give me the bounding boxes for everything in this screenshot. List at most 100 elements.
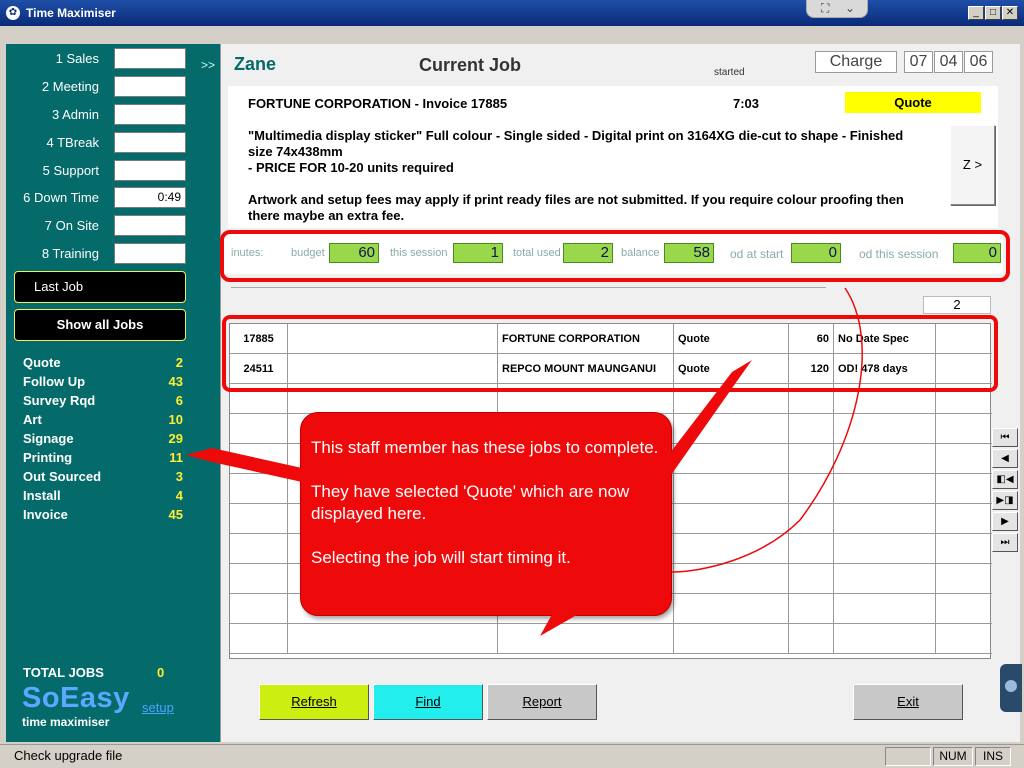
empty-table-cell[interactable] [834, 384, 936, 414]
category-training[interactable]: 8 Training [6, 243, 220, 265]
empty-table-cell[interactable] [936, 534, 992, 564]
empty-table-cell[interactable] [230, 624, 288, 654]
empty-table-cell[interactable] [936, 624, 992, 654]
status-follow-up[interactable]: Follow Up 43 [23, 374, 183, 393]
status-out-sourced[interactable]: Out Sourced 3 [23, 469, 183, 488]
category-time-field[interactable]: 0:49 [114, 187, 186, 208]
find-button[interactable]: Find [373, 684, 483, 720]
empty-table-cell[interactable] [674, 624, 789, 654]
category-down-time[interactable]: 6 Down Time 0:49 [6, 187, 220, 209]
status-signage[interactable]: Signage 29 [23, 431, 183, 450]
empty-table-cell[interactable] [936, 414, 992, 444]
empty-table-cell[interactable] [789, 624, 834, 654]
charge-button[interactable]: Charge [815, 51, 897, 73]
table-row[interactable]: 17885 [230, 324, 288, 354]
empty-table-cell[interactable] [834, 504, 936, 534]
table-cell-status[interactable]: Quote [674, 324, 789, 354]
next-record-button[interactable]: ▶ [992, 512, 1018, 531]
category-time-field[interactable] [114, 48, 186, 69]
new-after-button[interactable]: ▶◨ [992, 491, 1018, 510]
empty-table-cell[interactable] [230, 444, 288, 474]
empty-table-cell[interactable] [834, 564, 936, 594]
category-support[interactable]: 5 Support [6, 160, 220, 182]
table-cell-blank[interactable] [288, 324, 498, 354]
empty-table-cell[interactable] [789, 474, 834, 504]
report-button[interactable]: Report [487, 684, 597, 720]
remote-control-icon[interactable] [1000, 664, 1022, 712]
empty-table-cell[interactable] [936, 504, 992, 534]
empty-table-cell[interactable] [230, 504, 288, 534]
empty-table-cell[interactable] [834, 444, 936, 474]
empty-table-cell[interactable] [230, 564, 288, 594]
category-time-field[interactable] [114, 160, 186, 181]
show-all-jobs-button[interactable]: Show all Jobs [14, 309, 186, 341]
remote-session-tab[interactable]: ⛶ ⌄ [806, 0, 868, 18]
first-record-button[interactable]: ⏮ [992, 428, 1018, 447]
empty-table-cell[interactable] [936, 474, 992, 504]
empty-table-cell[interactable] [288, 384, 498, 414]
empty-table-cell[interactable] [230, 534, 288, 564]
empty-table-cell[interactable] [498, 624, 674, 654]
table-cell-client[interactable]: REPCO MOUNT MAUNGANUI [498, 354, 674, 384]
empty-table-cell[interactable] [674, 414, 789, 444]
empty-table-cell[interactable] [230, 384, 288, 414]
category-time-field[interactable] [114, 243, 186, 264]
empty-table-cell[interactable] [789, 444, 834, 474]
table-cell-due[interactable]: No Date Spec [834, 324, 936, 354]
empty-table-cell[interactable] [230, 414, 288, 444]
empty-table-cell[interactable] [288, 624, 498, 654]
new-before-button[interactable]: ◧◀ [992, 470, 1018, 489]
empty-table-cell[interactable] [834, 534, 936, 564]
category-admin[interactable]: 3 Admin [6, 104, 220, 126]
empty-table-cell[interactable] [936, 384, 992, 414]
empty-table-cell[interactable] [834, 474, 936, 504]
empty-table-cell[interactable] [674, 444, 789, 474]
category-time-field[interactable] [114, 132, 186, 153]
table-cell-minutes[interactable]: 60 [789, 324, 834, 354]
empty-table-cell[interactable] [674, 474, 789, 504]
status-printing[interactable]: Printing 11 [23, 450, 183, 469]
table-cell-status[interactable]: Quote [674, 354, 789, 384]
empty-table-cell[interactable] [674, 384, 789, 414]
empty-table-cell[interactable] [674, 564, 789, 594]
category-tbreak[interactable]: 4 TBreak [6, 132, 220, 154]
empty-table-cell[interactable] [789, 384, 834, 414]
empty-table-cell[interactable] [789, 414, 834, 444]
empty-table-cell[interactable] [936, 444, 992, 474]
last-record-button[interactable]: ⏭ [992, 533, 1018, 552]
category-meeting[interactable]: 2 Meeting [6, 76, 220, 98]
next-z-button[interactable]: Z > [950, 125, 995, 205]
empty-table-cell[interactable] [789, 504, 834, 534]
empty-table-cell[interactable] [674, 594, 789, 624]
table-cell-extra[interactable] [936, 324, 992, 354]
table-row[interactable]: 24511 [230, 354, 288, 384]
table-cell-client[interactable]: FORTUNE CORPORATION [498, 324, 674, 354]
close-button[interactable]: ✕ [1002, 6, 1018, 20]
category-sales[interactable]: 1 Sales [6, 48, 220, 70]
table-cell-extra[interactable] [936, 354, 992, 384]
empty-table-cell[interactable] [789, 594, 834, 624]
empty-table-cell[interactable] [936, 564, 992, 594]
table-cell-blank[interactable] [288, 354, 498, 384]
empty-table-cell[interactable] [834, 624, 936, 654]
last-job-button[interactable]: Last Job [14, 271, 186, 303]
status-quote[interactable]: Quote 2 [23, 355, 183, 374]
empty-table-cell[interactable] [936, 594, 992, 624]
empty-table-cell[interactable] [674, 534, 789, 564]
status-survey-rqd[interactable]: Survey Rqd 6 [23, 393, 183, 412]
minimize-button[interactable]: _ [968, 6, 984, 20]
empty-table-cell[interactable] [498, 384, 674, 414]
setup-link[interactable]: setup [142, 700, 174, 715]
empty-table-cell[interactable] [789, 564, 834, 594]
status-invoice[interactable]: Invoice 45 [23, 507, 183, 526]
category-time-field[interactable] [114, 76, 186, 97]
status-art[interactable]: Art 10 [23, 412, 183, 431]
chevron-down-icon[interactable]: ⌄ [845, 1, 855, 15]
table-cell-minutes[interactable]: 120 [789, 354, 834, 384]
fullscreen-icon[interactable]: ⛶ [821, 1, 829, 16]
empty-table-cell[interactable] [230, 474, 288, 504]
empty-table-cell[interactable] [230, 594, 288, 624]
category-time-field[interactable] [114, 215, 186, 236]
empty-table-cell[interactable] [834, 414, 936, 444]
previous-record-button[interactable]: ◀ [992, 449, 1018, 468]
